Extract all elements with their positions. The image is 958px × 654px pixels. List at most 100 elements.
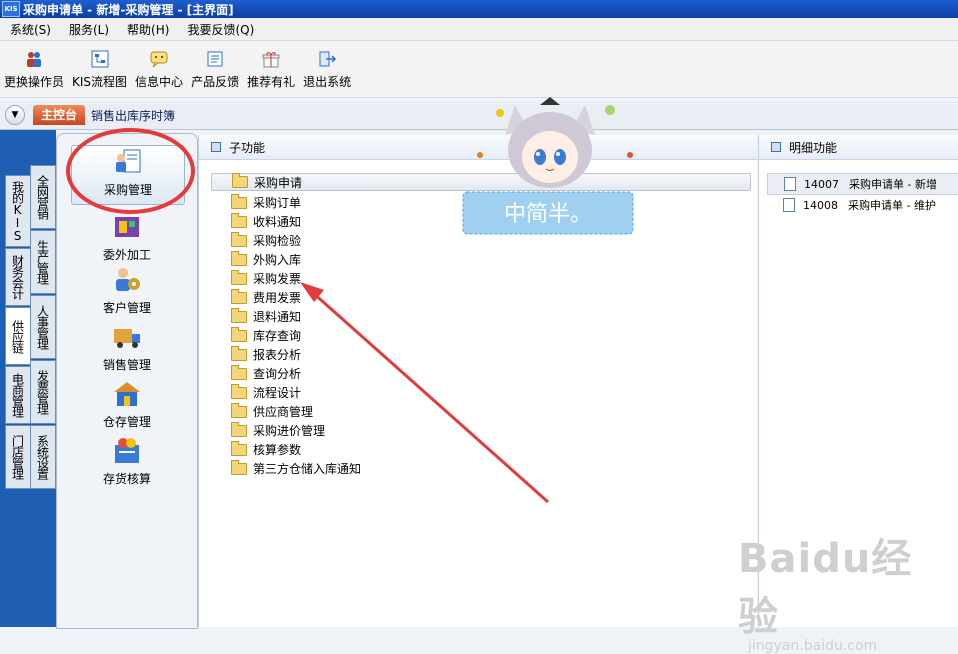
detail-item[interactable]: 14007 采购申请单 - 新增 xyxy=(767,173,958,195)
info-center-button[interactable]: 信息中心 xyxy=(135,41,183,90)
list-item-label: 采购检验 xyxy=(253,234,302,248)
vtab-production[interactable]: 生产管理 xyxy=(30,230,56,294)
toolbar: 更换操作员 KIS流程图 信息中心 产品反馈 推荐有礼 退出系统 xyxy=(0,41,958,98)
users-icon xyxy=(27,52,41,67)
document-icon xyxy=(783,198,795,212)
module-label: 客户管理 xyxy=(102,301,151,315)
sub-function-title: 子功能 xyxy=(229,140,266,155)
panel-square-icon xyxy=(211,142,221,152)
detail-label: 采购申请单 - 维护 xyxy=(848,199,936,212)
tool-label: 更换操作员 xyxy=(4,75,65,89)
vtab-my-kis[interactable]: 我的KIS xyxy=(5,175,31,247)
menu-service[interactable]: 服务(L) xyxy=(59,21,117,38)
highlight-circle xyxy=(66,128,195,214)
feedback-icon xyxy=(207,51,223,67)
title-bar: KIS 采购申请单 - 新增-采购管理 - [主界面] xyxy=(0,0,958,18)
baidu-watermark: Baidu经验 jingyan.baidu.com xyxy=(738,526,948,654)
folder-icon xyxy=(231,326,247,342)
detail-code: 14008 xyxy=(803,198,838,212)
folder-icon xyxy=(231,212,247,228)
folder-icon xyxy=(231,459,247,475)
module-label: 仓存管理 xyxy=(102,415,151,429)
kis-flowchart-button[interactable]: KIS流程图 xyxy=(72,41,127,90)
module-sales[interactable]: 销售管理 xyxy=(71,321,183,373)
red-arrow-annotation xyxy=(300,282,549,504)
module-warehouse[interactable]: 仓存管理 xyxy=(71,378,183,430)
module-label: 委外加工 xyxy=(102,248,151,262)
tool-label: 推荐有礼 xyxy=(247,75,296,89)
anime-sticker: 中简半。 xyxy=(460,95,640,240)
menu-help[interactable]: 帮助(H) xyxy=(117,21,177,38)
vtab-hr[interactable]: 人事管理 xyxy=(30,295,56,359)
list-item-label: 采购订单 xyxy=(253,196,302,210)
detail-function-title: 明细功能 xyxy=(789,140,838,155)
folder-icon xyxy=(231,383,247,399)
folder-icon xyxy=(231,269,247,285)
detail-label: 采购申请单 - 新增 xyxy=(849,178,937,191)
module-label: 存货核算 xyxy=(102,472,151,486)
recommend-gift-button[interactable]: 推荐有礼 xyxy=(247,41,295,90)
outsource-icon xyxy=(115,217,139,237)
detail-code: 14007 xyxy=(804,177,839,191)
vtab-finance[interactable]: 财务会计 xyxy=(5,248,31,306)
tool-label: 退出系统 xyxy=(303,75,352,89)
list-item-label: 收料通知 xyxy=(253,215,302,229)
detail-function-header: 明细功能 xyxy=(759,135,958,160)
module-outsource[interactable]: 委外加工 xyxy=(71,211,183,263)
menu-feedback[interactable]: 我要反馈(Q) xyxy=(177,21,262,38)
vtab-settings[interactable]: 系统设置 xyxy=(30,425,56,489)
folder-icon xyxy=(231,345,247,361)
left-nav: 我的KIS 财务会计 供应链 电商管理 门店管理 全网营销 生产管理 人事管理 … xyxy=(0,130,56,627)
list-item-label: 外购入库 xyxy=(253,253,302,267)
tool-label: KIS流程图 xyxy=(72,75,128,89)
tab-sales-outbound[interactable]: 销售出库序时簿 xyxy=(91,107,175,124)
watermark-url: jingyan.baidu.com xyxy=(748,638,878,654)
kis-app-icon: KIS xyxy=(2,1,20,17)
folder-icon xyxy=(231,421,247,437)
chevron-down-icon[interactable]: ▼ xyxy=(5,105,25,125)
warehouse-icon xyxy=(114,382,140,406)
folder-icon xyxy=(232,173,248,188)
detail-list: 14007 采购申请单 - 新增 14008 采购申请单 - 维护 xyxy=(767,173,958,215)
folder-icon xyxy=(231,364,247,380)
vtab-ecommerce[interactable]: 电商管理 xyxy=(5,366,31,424)
folder-icon xyxy=(231,402,247,418)
change-operator-button[interactable]: 更换操作员 xyxy=(4,41,64,90)
chat-icon xyxy=(150,51,168,68)
vtab-invoice[interactable]: 发票管理 xyxy=(30,360,56,424)
flowchart-icon xyxy=(91,50,109,68)
inventory-icon xyxy=(115,438,139,463)
tool-label: 信息中心 xyxy=(135,75,184,89)
module-label: 销售管理 xyxy=(102,358,151,372)
exit-icon xyxy=(319,51,337,67)
document-icon xyxy=(784,177,796,191)
customer-icon xyxy=(116,268,140,291)
folder-icon xyxy=(231,250,247,266)
folder-icon xyxy=(231,307,247,323)
panel-square-icon xyxy=(771,142,781,152)
truck-icon xyxy=(114,329,140,348)
exit-system-button[interactable]: 退出系统 xyxy=(303,41,351,90)
vtab-marketing[interactable]: 全网营销 xyxy=(30,165,56,229)
vtab-store[interactable]: 门店管理 xyxy=(5,425,31,489)
menu-system[interactable]: 系统(S) xyxy=(0,21,59,38)
product-feedback-button[interactable]: 产品反馈 xyxy=(191,41,239,90)
detail-item[interactable]: 14008 采购申请单 - 维护 xyxy=(767,195,958,215)
tab-main-console[interactable]: 主控台 xyxy=(33,105,86,125)
window-title: 采购申请单 - 新增-采购管理 - [主界面] xyxy=(23,2,234,17)
tool-label: 产品反馈 xyxy=(191,75,240,89)
list-item-label: 采购申请 xyxy=(254,175,303,190)
folder-icon xyxy=(231,288,247,304)
module-customer[interactable]: 客户管理 xyxy=(71,264,183,316)
sticker-text: 中简半。 xyxy=(504,202,592,227)
vtab-supply-chain[interactable]: 供应链 xyxy=(5,307,31,365)
folder-icon xyxy=(231,231,247,247)
folder-icon xyxy=(231,193,247,209)
gift-icon xyxy=(262,52,280,68)
list-item[interactable]: 外购入库 xyxy=(211,250,749,269)
menu-bar: 系统(S) 服务(L) 帮助(H) 我要反馈(Q) xyxy=(0,18,958,41)
anime-girl-image: 中简半。 xyxy=(462,97,634,235)
folder-icon xyxy=(231,440,247,456)
watermark-brand: Baidu经验 xyxy=(738,536,913,640)
module-inventory[interactable]: 存货核算 xyxy=(71,435,183,487)
